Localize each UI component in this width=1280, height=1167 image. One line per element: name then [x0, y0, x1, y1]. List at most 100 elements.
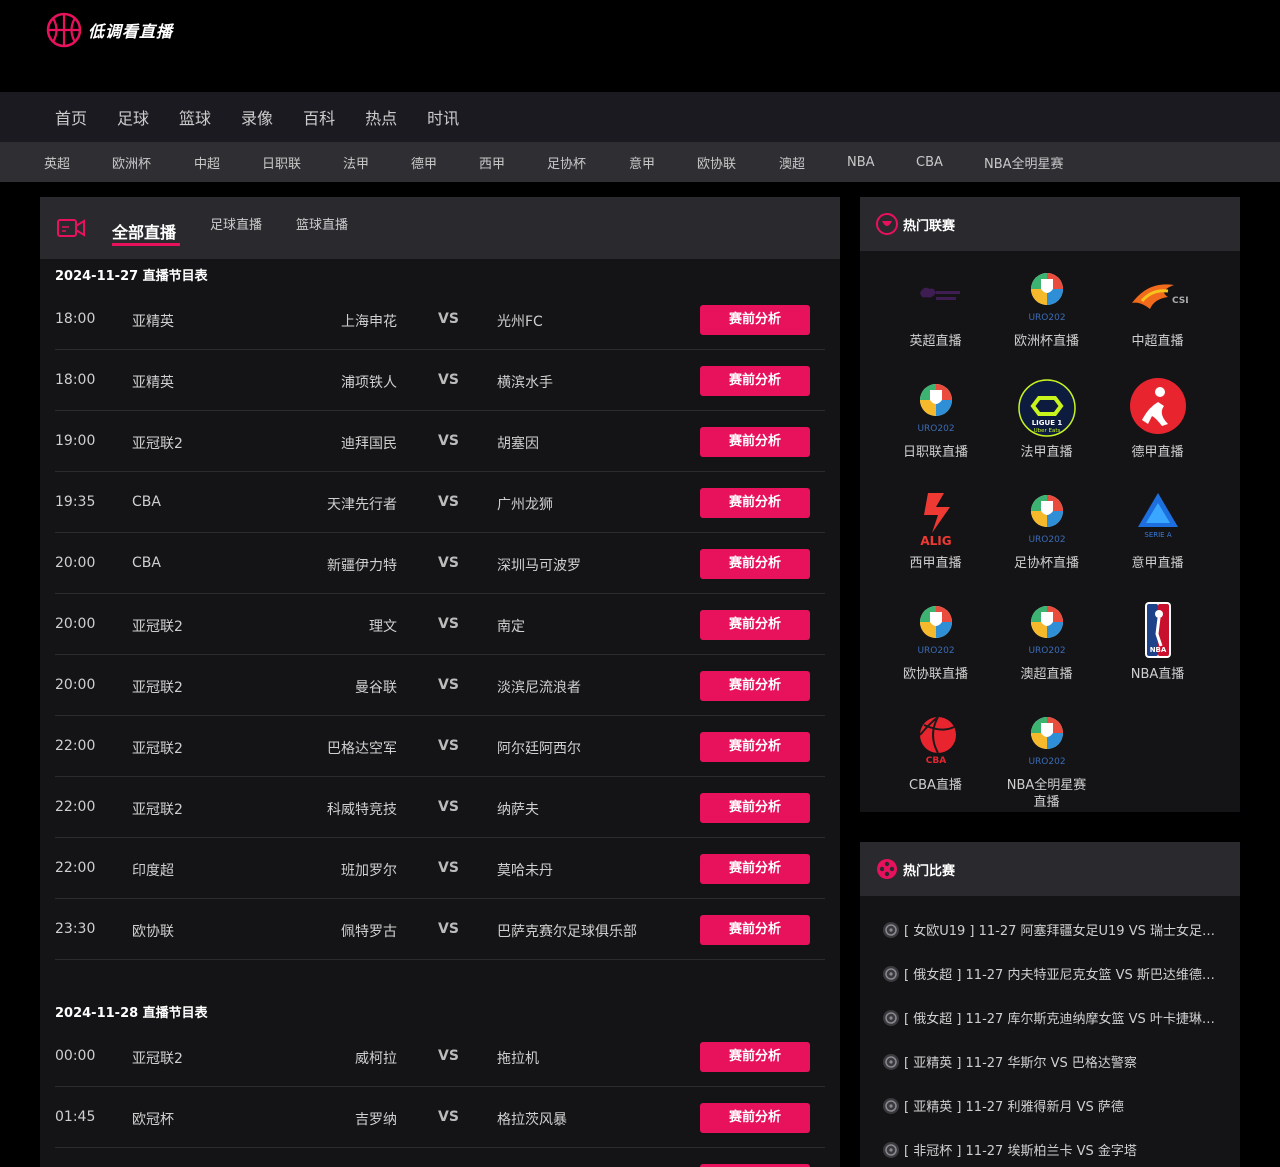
- match-row: 20:00 CBA 新疆伊力特 VS 深圳马可波罗 赛前分析: [55, 533, 825, 594]
- tab-basketball-live[interactable]: 篮球直播: [296, 214, 348, 233]
- hot-match-item[interactable]: [ 女欧U19 ] 11-27 阿塞拜疆女足U19 VS 瑞士女足U19: [882, 920, 1222, 939]
- match-row: 22:00 印度超 班加罗尔 VS 莫哈未丹 赛前分析: [55, 838, 825, 899]
- subnav-item[interactable]: NBA全明星赛: [984, 153, 1064, 172]
- match-league: 欧协联: [132, 924, 174, 940]
- hot-matches-title: 热门比赛: [903, 864, 956, 879]
- day-title: 2024-11-27 直播节目表: [55, 269, 208, 284]
- nav-item-basketball[interactable]: 篮球: [164, 105, 226, 129]
- match-time: 20:00: [55, 616, 96, 632]
- main-nav: 首页 足球 篮球 录像 百科 热点 时讯: [0, 92, 1280, 142]
- tab-football-live[interactable]: 足球直播: [210, 214, 262, 233]
- hot-match-text: [ 亚精英 ] 11-27 利雅得新月 VS 萨德: [904, 1100, 1124, 1115]
- hot-leagues-header: 热门联赛: [860, 197, 1240, 251]
- svg-text:URO202: URO202: [1028, 757, 1065, 767]
- vs-label: VS: [438, 1109, 459, 1125]
- site-logo[interactable]: 低调看直播: [46, 12, 173, 48]
- nav-item-news[interactable]: 时讯: [412, 105, 474, 129]
- league-item[interactable]: ALIG 西甲直播: [880, 489, 991, 600]
- hot-match-item[interactable]: [ 亚精英 ] 11-27 华斯尔 VS 巴格达警察: [882, 1052, 1222, 1071]
- pre-match-analysis-button[interactable]: 赛前分析: [700, 1103, 810, 1133]
- subnav-item[interactable]: 欧协联: [697, 153, 779, 172]
- basketball-logo-icon: [46, 12, 82, 48]
- nav-item-replay[interactable]: 录像: [226, 105, 288, 129]
- pre-match-analysis-button[interactable]: 赛前分析: [700, 610, 810, 640]
- away-team: 莫哈未丹: [497, 863, 553, 879]
- league-item[interactable]: LIGUE 1 Uber Eats 法甲直播: [991, 378, 1102, 489]
- league-item[interactable]: NBA NBA直播: [1102, 600, 1213, 711]
- league-subnav: 英超 欧洲杯 中超 日职联 法甲 德甲 西甲 足协杯 意甲 欧协联 澳超 NBA…: [0, 142, 1280, 182]
- pre-match-analysis-button[interactable]: 赛前分析: [700, 915, 810, 945]
- subnav-item[interactable]: 足协杯: [547, 153, 629, 172]
- match-league: 亚精英: [132, 314, 174, 330]
- pre-match-analysis-button[interactable]: 赛前分析: [700, 305, 810, 335]
- subnav-item[interactable]: NBA: [847, 155, 916, 170]
- hot-match-item[interactable]: [ 俄女超 ] 11-27 内夫特亚尼克女篮 VS 斯巴达维德诺耶女篮: [882, 964, 1222, 983]
- subnav-item[interactable]: 法甲: [343, 153, 411, 172]
- nav-item-football[interactable]: 足球: [102, 105, 164, 129]
- premier-league-logo-icon: [880, 267, 991, 327]
- match-league: 亚冠联2: [132, 741, 183, 757]
- league-label: 欧洲杯直播: [1013, 334, 1079, 349]
- nav-item-wiki[interactable]: 百科: [288, 105, 350, 129]
- match-time: 01:45: [55, 1109, 96, 1125]
- play-circle-icon: [883, 1097, 899, 1114]
- pre-match-analysis-button[interactable]: 赛前分析: [700, 1042, 810, 1072]
- home-team: 吉罗纳: [355, 1112, 397, 1128]
- away-team: 深圳马可波罗: [497, 558, 581, 574]
- league-item[interactable]: 德甲直播: [1102, 378, 1213, 489]
- league-item[interactable]: 英超直播: [880, 267, 991, 378]
- subnav-item[interactable]: 意甲: [629, 153, 697, 172]
- pre-match-analysis-button[interactable]: 赛前分析: [700, 671, 810, 701]
- video-camera-icon: [57, 219, 85, 237]
- pre-match-analysis-button[interactable]: 赛前分析: [700, 793, 810, 823]
- league-item[interactable]: URO202 足协杯直播: [991, 489, 1102, 600]
- nav-item-hot[interactable]: 热点: [350, 105, 412, 129]
- league-item[interactable]: URO202 澳超直播: [991, 600, 1102, 711]
- serie-a-logo-icon: SERIE A: [1102, 489, 1213, 549]
- league-item[interactable]: CBA CBA直播: [880, 711, 991, 822]
- vs-label: VS: [438, 860, 459, 876]
- league-item[interactable]: URO202 欧洲杯直播: [991, 267, 1102, 378]
- subnav-item[interactable]: 英超: [44, 153, 112, 172]
- league-item[interactable]: URO202 NBA全明星赛直播: [991, 711, 1102, 822]
- league-label: 澳超直播: [1020, 667, 1073, 682]
- league-label: 英超直播: [909, 334, 962, 349]
- pre-match-analysis-button[interactable]: 赛前分析: [700, 854, 810, 884]
- tab-all-live[interactable]: 全部直播: [112, 219, 176, 243]
- nav-item-home[interactable]: 首页: [40, 105, 102, 129]
- hot-match-item[interactable]: [ 非冠杯 ] 11-27 埃斯柏兰卡 VS 金字塔: [882, 1140, 1222, 1159]
- vs-label: VS: [438, 799, 459, 815]
- league-item[interactable]: CSL 中超直播: [1102, 267, 1213, 378]
- match-time: 00:00: [55, 1048, 96, 1064]
- euro-logo-icon: URO202: [991, 711, 1102, 771]
- home-team: 曼谷联: [355, 680, 397, 696]
- league-item[interactable]: SERIE A 意甲直播: [1102, 489, 1213, 600]
- svg-text:URO202: URO202: [1028, 313, 1065, 323]
- hot-leagues-panel: 热门联赛 英超直播 URO202 欧洲杯直播 CSL 中超直播 URO202 日职联直播 LI…: [860, 197, 1240, 812]
- match-time: 23:30: [55, 921, 96, 937]
- hot-match-item[interactable]: [ 亚精英 ] 11-27 利雅得新月 VS 萨德: [882, 1096, 1222, 1115]
- league-item[interactable]: URO202 日职联直播: [880, 378, 991, 489]
- subnav-item[interactable]: 西甲: [479, 153, 547, 172]
- pre-match-analysis-button[interactable]: 赛前分析: [700, 732, 810, 762]
- pre-match-analysis-button[interactable]: 赛前分析: [700, 366, 810, 396]
- home-team: 巴格达空军: [327, 741, 397, 757]
- league-item[interactable]: URO202 欧协联直播: [880, 600, 991, 711]
- subnav-item[interactable]: CBA: [916, 155, 984, 170]
- league-label: 日职联直播: [902, 445, 968, 460]
- pre-match-analysis-button[interactable]: 赛前分析: [700, 488, 810, 518]
- pre-match-analysis-button[interactable]: 赛前分析: [700, 427, 810, 457]
- subnav-item[interactable]: 澳超: [779, 153, 847, 172]
- active-tab-indicator: [112, 243, 180, 246]
- subnav-item[interactable]: 日职联: [262, 153, 343, 172]
- pre-match-analysis-button[interactable]: 赛前分析: [700, 549, 810, 579]
- subnav-item[interactable]: 德甲: [411, 153, 479, 172]
- home-team: 上海申花: [341, 314, 397, 330]
- subnav-item[interactable]: 欧洲杯: [112, 153, 194, 172]
- league-label: NBA全明星赛直播: [1006, 778, 1087, 810]
- home-team: 班加罗尔: [341, 863, 397, 879]
- away-team: 南定: [497, 619, 525, 635]
- hot-match-item[interactable]: [ 俄女超 ] 11-27 库尔斯克迪纳摩女篮 VS 叶卡捷琳堡女篮: [882, 1008, 1222, 1027]
- site-header: 低调看直播: [0, 0, 1280, 92]
- subnav-item[interactable]: 中超: [194, 153, 262, 172]
